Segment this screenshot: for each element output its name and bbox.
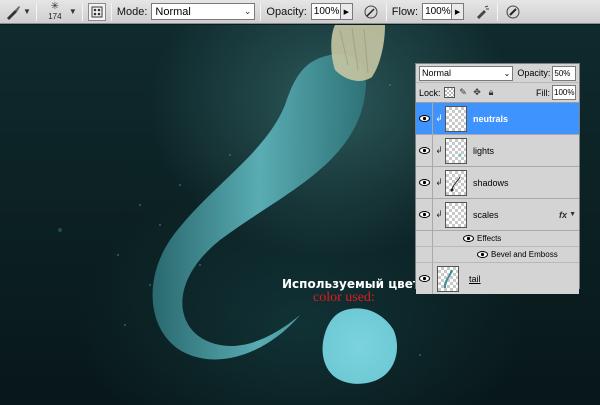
- color-swatch-blob: [322, 308, 398, 384]
- mode-select[interactable]: Normal ⌄: [151, 3, 256, 20]
- airbrush-button[interactable]: [472, 2, 492, 22]
- lock-image-brush-icon[interactable]: ✎: [458, 87, 469, 98]
- brush-icon: [7, 5, 20, 20]
- pressure-size-button[interactable]: [503, 2, 523, 22]
- clipping-arrow-icon: ↲: [435, 145, 443, 155]
- layers-panel: Normal ⌄ Opacity: 50% Lock: ✎ ✥ 🔒︎ Fill:…: [415, 63, 580, 294]
- layer-row-neutrals[interactable]: ↲ neutrals: [416, 103, 579, 135]
- visibility-eye-icon: [418, 275, 430, 282]
- separator: [497, 2, 499, 21]
- bevel-emboss-label: Bevel and Emboss: [491, 250, 558, 259]
- visibility-eye-icon[interactable]: [477, 251, 488, 258]
- mode-value: Normal: [155, 5, 191, 18]
- flow-input[interactable]: 100%: [422, 3, 453, 20]
- visibility-eye-icon: [418, 115, 430, 122]
- clipping-arrow-icon: ↲: [435, 209, 443, 219]
- layer-name[interactable]: scales: [473, 210, 499, 220]
- layer-effects-fx-icon[interactable]: fx: [559, 210, 567, 220]
- separator: [385, 2, 387, 21]
- thumbnail-mark: [450, 176, 461, 191]
- brush-tool-preset-picker[interactable]: ▼: [4, 2, 31, 22]
- effects-row[interactable]: Effects: [416, 231, 579, 247]
- layer-opacity-input[interactable]: 50%: [552, 65, 576, 81]
- layer-row-lights[interactable]: ↲ lights: [416, 135, 579, 167]
- brush-size-picker[interactable]: ✳ 174: [42, 1, 68, 23]
- pen-pressure-size-icon: [506, 5, 520, 18]
- airbrush-icon: [477, 5, 490, 19]
- caption-russian: Используемый цвет: [282, 277, 420, 291]
- brush-panel-icon: [91, 6, 103, 17]
- layer-blend-mode-select[interactable]: Normal ⌄: [419, 65, 514, 81]
- chevron-down-icon: ⌄: [503, 68, 511, 78]
- separator: [260, 2, 262, 21]
- brush-panel-toggle-button[interactable]: [87, 2, 106, 21]
- layer-row-scales[interactable]: ↲ scales fx ▼: [416, 199, 579, 231]
- chevron-down-icon[interactable]: ▼: [69, 7, 77, 16]
- layer-name[interactable]: shadows: [473, 178, 509, 188]
- layers-lock-row: Lock: ✎ ✥ 🔒︎ Fill: 100%: [416, 83, 579, 103]
- lock-position-move-icon[interactable]: ✥: [472, 87, 483, 98]
- lock-all-padlock-icon[interactable]: 🔒︎: [486, 87, 497, 98]
- opacity-label: Opacity:: [266, 5, 307, 18]
- effects-label: Effects: [477, 234, 502, 243]
- layer-thumbnail: [445, 137, 467, 164]
- pressure-opacity-button[interactable]: [361, 2, 381, 22]
- eye-icon[interactable]: [416, 263, 433, 294]
- thumbnail-mark: [458, 153, 462, 156]
- eye-icon[interactable]: [416, 103, 433, 134]
- eye-icon[interactable]: [416, 167, 433, 198]
- clipping-arrow-icon: ↲: [435, 177, 443, 187]
- eye-icon[interactable]: [416, 199, 433, 230]
- visibility-eye-icon: [418, 179, 430, 186]
- opacity-slider-button[interactable]: ▶: [340, 3, 353, 20]
- fill-label: Fill:: [536, 87, 550, 98]
- layer-name[interactable]: neutrals: [473, 114, 508, 124]
- expand-effects-arrow-icon[interactable]: ▼: [569, 211, 576, 218]
- layer-thumbnail: [445, 169, 467, 196]
- mode-label: Mode:: [116, 5, 148, 18]
- visibility-eye-icon: [418, 211, 430, 218]
- layers-blend-row: Normal ⌄ Opacity: 50%: [416, 64, 579, 83]
- options-bar: ▼ ✳ 174 ▼ Mode: Normal ⌄ Opacity: 100% ▶…: [0, 0, 600, 24]
- brush-size-value: 174: [48, 12, 62, 21]
- brush-dot-icon: ✳: [50, 1, 60, 12]
- fill-input[interactable]: 100%: [552, 85, 576, 100]
- eye-spacer: [416, 231, 433, 246]
- flow-slider-button[interactable]: ▶: [452, 3, 465, 20]
- layer-name[interactable]: tail: [469, 274, 481, 284]
- chevron-down-icon: ⌄: [243, 6, 252, 16]
- bevel-emboss-row[interactable]: Bevel and Emboss: [416, 247, 579, 263]
- lock-transparency-icon[interactable]: [443, 87, 455, 98]
- visibility-eye-icon: [418, 147, 430, 154]
- thumbnail-tail-mark: [443, 269, 453, 288]
- layer-opacity-label: Opacity:: [517, 68, 551, 78]
- layer-row-shadows[interactable]: ↲ shadows: [416, 167, 579, 199]
- chevron-down-icon: ▼: [23, 7, 31, 16]
- layer-thumbnail: [437, 265, 459, 292]
- caption-english: color used:: [313, 290, 375, 305]
- separator: [110, 2, 112, 21]
- layer-thumbnail: [445, 105, 467, 132]
- eye-icon[interactable]: [416, 135, 433, 166]
- blend-mode-value: Normal: [422, 68, 452, 78]
- layer-name[interactable]: lights: [473, 146, 494, 156]
- lock-label: Lock:: [419, 87, 441, 98]
- visibility-eye-icon[interactable]: [463, 235, 474, 242]
- separator: [81, 2, 83, 21]
- separator: [35, 2, 37, 21]
- eye-spacer: [416, 247, 433, 262]
- opacity-input[interactable]: 100%: [310, 3, 341, 20]
- layer-thumbnail: [445, 201, 467, 228]
- pen-pressure-icon: [364, 5, 378, 18]
- flow-label: Flow:: [391, 5, 419, 18]
- clipping-arrow-icon: ↲: [435, 113, 443, 123]
- layer-row-tail[interactable]: tail: [416, 263, 579, 294]
